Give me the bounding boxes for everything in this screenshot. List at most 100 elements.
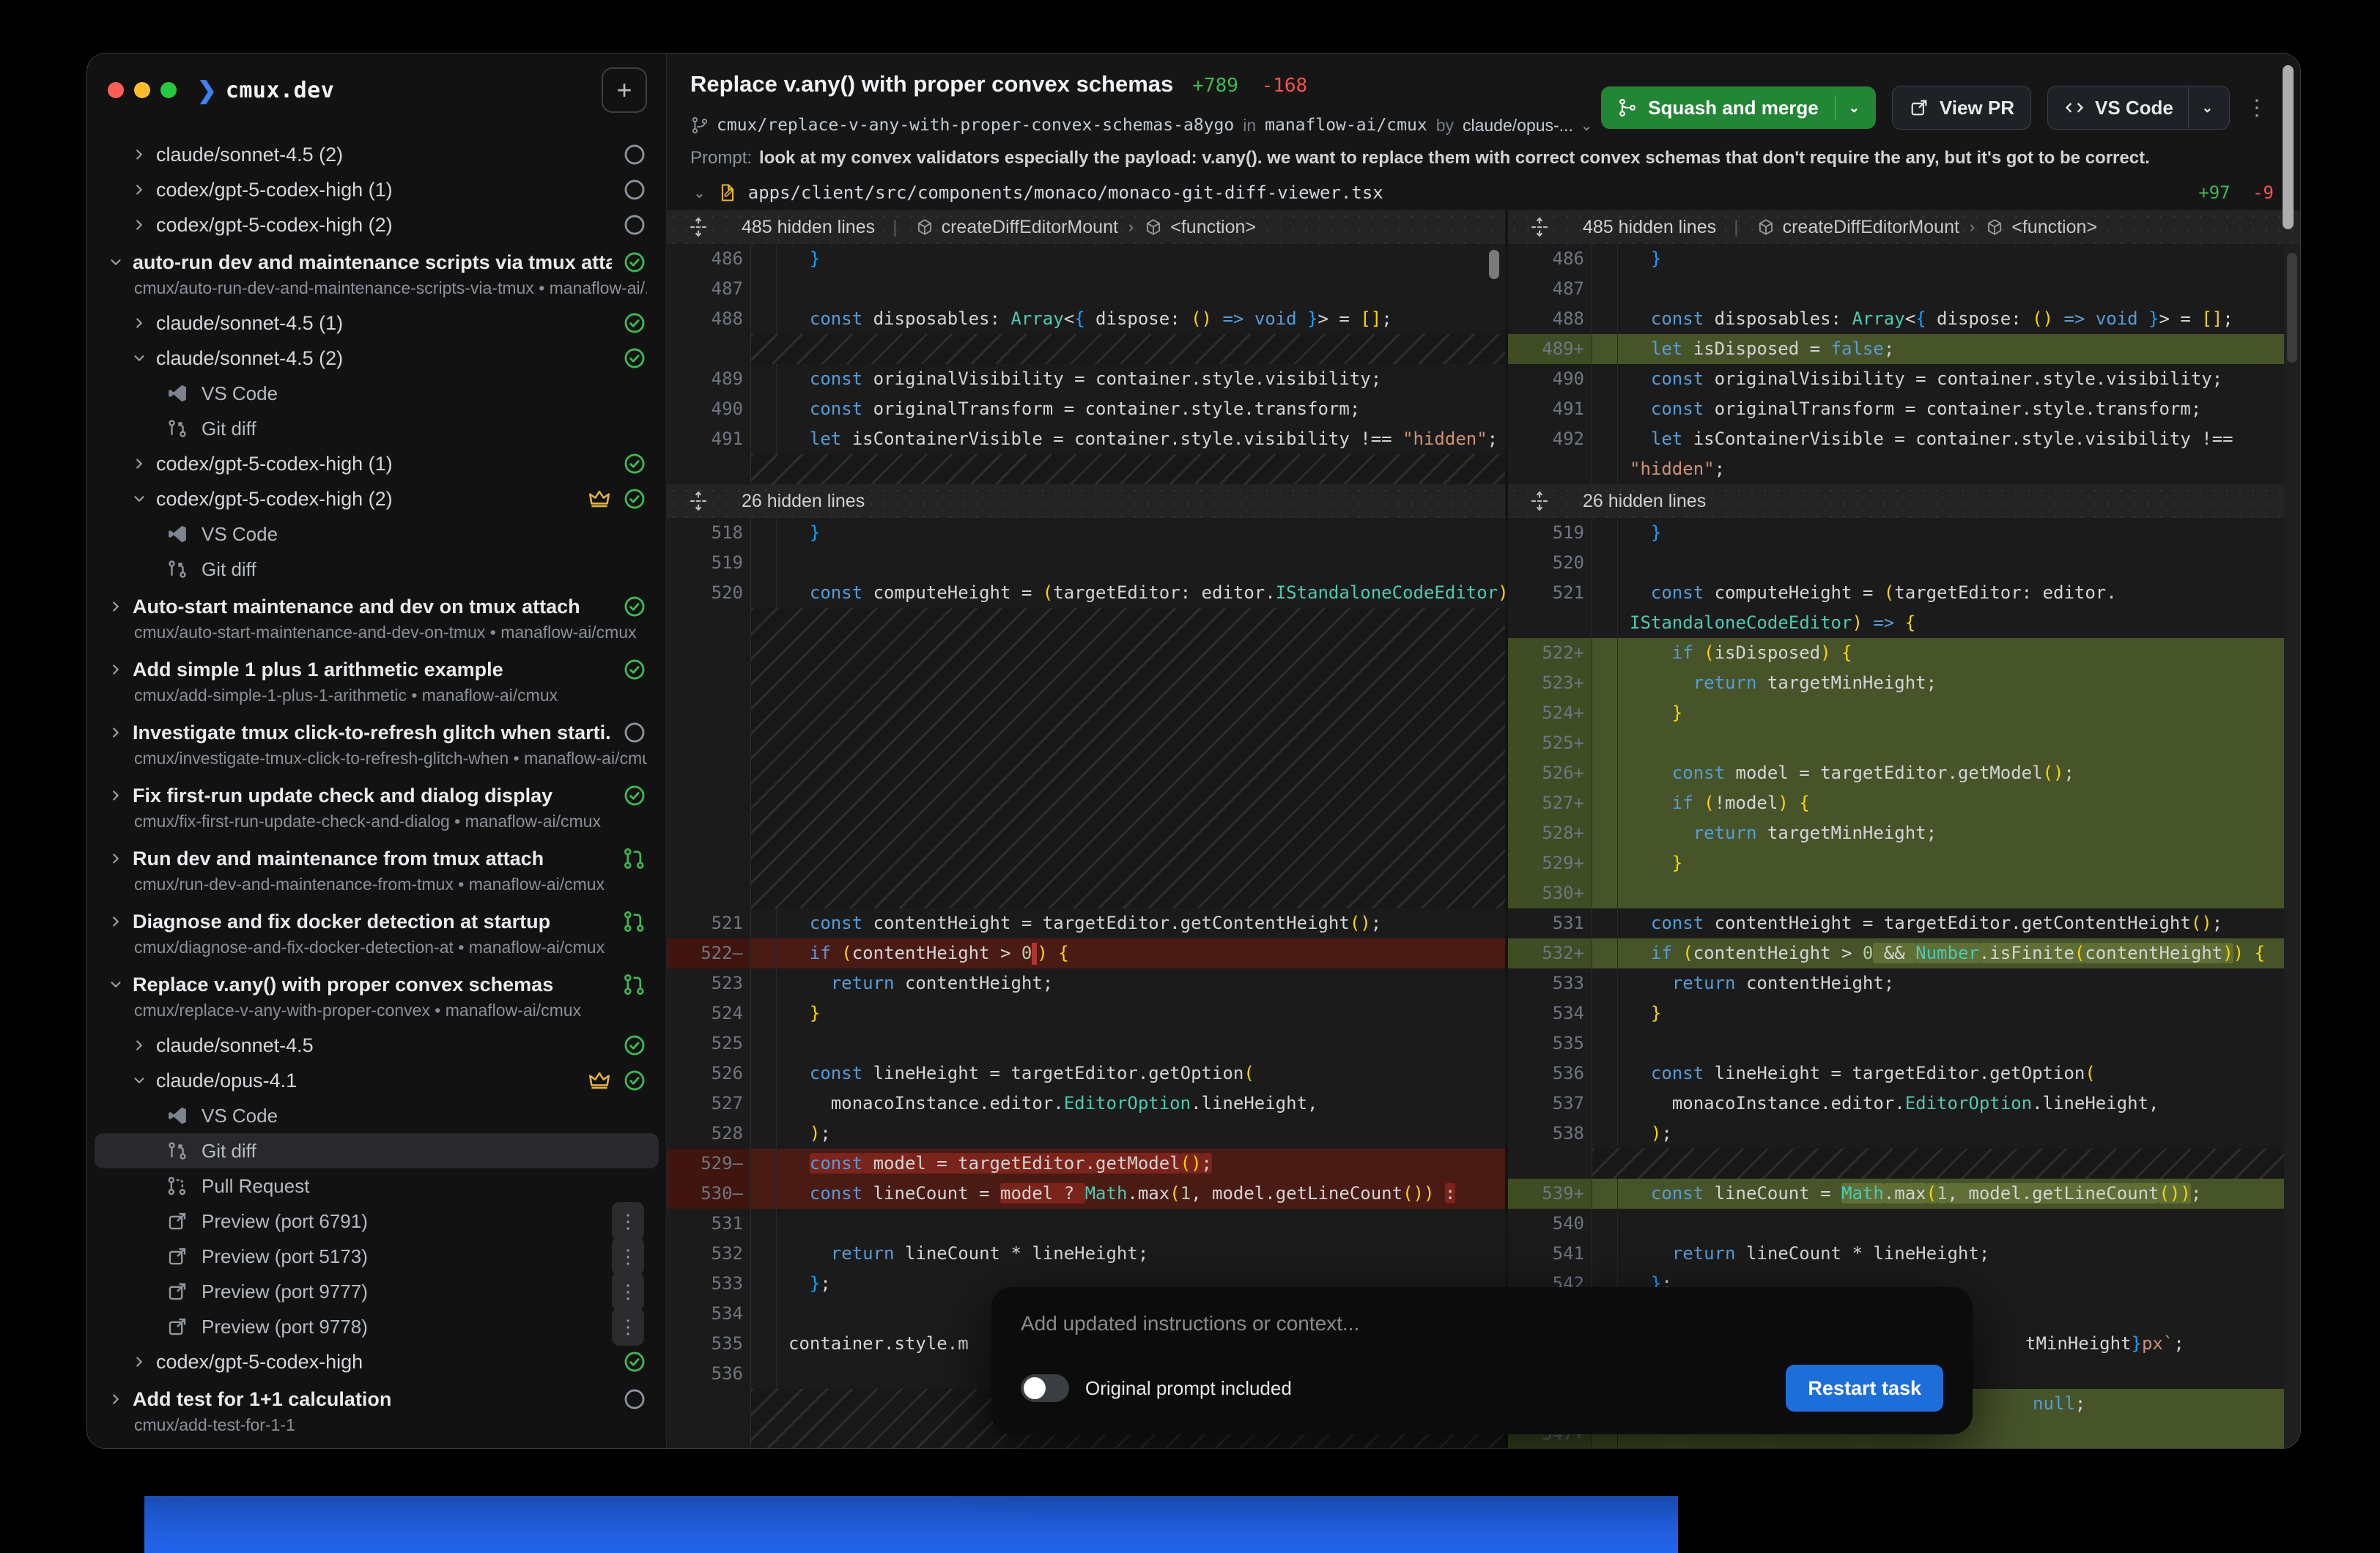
agent-selector[interactable]: claude/opus-... ⌄ bbox=[1463, 116, 1593, 136]
collapse-file-chevron-icon[interactable]: ⌄ bbox=[693, 184, 706, 202]
sidebar-action-preview-port-9777-[interactable]: Preview (port 9777)⋮ bbox=[95, 1274, 659, 1309]
sidebar-action-preview-port-6791-[interactable]: Preview (port 6791)⋮ bbox=[95, 1204, 659, 1239]
sidebar-action-vs-code[interactable]: VS Code bbox=[95, 1098, 659, 1133]
kebab-menu-button[interactable]: ⋮ bbox=[612, 1202, 644, 1240]
sidebar-branch-item[interactable]: codex/gpt-5-codex-high (2) bbox=[87, 207, 666, 242]
merge-options-chevron-icon[interactable]: ⌄ bbox=[1849, 100, 1860, 116]
chevron-right-icon bbox=[131, 182, 156, 198]
line-number: 521 bbox=[667, 908, 751, 938]
diff-row: 536 const lineHeight = targetEditor.getO… bbox=[1508, 1059, 2300, 1089]
sidebar-task-item[interactable]: Investigate tmux click-to-refresh glitch… bbox=[87, 713, 666, 776]
line-number: 527 bbox=[667, 1089, 751, 1119]
task-subtitle: cmux/run-dev-and-maintenance-from-tmux •… bbox=[108, 874, 647, 896]
line-number: 533 bbox=[1508, 968, 1592, 998]
main-scrollbar-thumb[interactable] bbox=[2283, 65, 2294, 229]
instructions-input[interactable]: Add updated instructions or context... bbox=[1021, 1312, 1943, 1335]
line-number: 532 bbox=[667, 1239, 751, 1269]
sidebar-branch-item[interactable]: claude/sonnet-4.5 (2) bbox=[87, 341, 666, 376]
sidebar-task-item[interactable]: Run dev and maintenance scripts on tmux … bbox=[87, 1442, 666, 1448]
view-pr-button[interactable]: View PR bbox=[1892, 86, 2031, 130]
sidebar-action-preview-port-5173-[interactable]: Preview (port 5173)⋮ bbox=[95, 1239, 659, 1274]
sidebar-task-item[interactable]: Fix first-run update check and dialog di… bbox=[87, 776, 666, 839]
chevron-right-icon bbox=[131, 147, 156, 163]
diff-row: 532 return lineCount * lineHeight; bbox=[667, 1239, 1505, 1269]
chevron-down-icon bbox=[131, 491, 156, 507]
kebab-menu-button[interactable]: ⋮ bbox=[612, 1272, 644, 1311]
check-icon bbox=[622, 594, 647, 619]
sidebar-task-item[interactable]: Diagnose and fix docker detection at sta… bbox=[87, 902, 666, 965]
kebab-menu-button[interactable]: ⋮ bbox=[612, 1308, 644, 1346]
original-prompt-toggle[interactable] bbox=[1021, 1374, 1069, 1402]
sidebar-branch-item[interactable]: claude/sonnet-4.5 bbox=[87, 1028, 666, 1063]
line-number: 530— bbox=[667, 1179, 751, 1209]
vscode-button[interactable]: VS Code ⌄ bbox=[2047, 86, 2230, 130]
more-options-button[interactable]: ⋮ bbox=[2246, 95, 2268, 121]
sidebar-action-preview-port-9778-[interactable]: Preview (port 9778)⋮ bbox=[95, 1309, 659, 1344]
additions-count: +789 bbox=[1192, 75, 1238, 97]
kebab-menu-button[interactable]: ⋮ bbox=[612, 1237, 644, 1275]
sidebar-branch-item[interactable]: claude/sonnet-4.5 (2) bbox=[87, 137, 666, 172]
unfold-icon bbox=[687, 490, 709, 512]
repo-name: manaflow-ai/cmux bbox=[1265, 116, 1427, 135]
restart-task-button[interactable]: Restart task bbox=[1786, 1365, 1943, 1412]
task-title: Add test for 1+1 calculation bbox=[133, 1388, 391, 1411]
hidden-lines-bar[interactable]: 26 hidden lines bbox=[667, 484, 1505, 518]
diff-scrollbar-track[interactable] bbox=[2284, 244, 2300, 1448]
app-window: ❯ cmux.dev + claude/sonnet-4.5 (2)codex/… bbox=[86, 53, 2301, 1449]
main-panel: Replace v.any() with proper convex schem… bbox=[667, 53, 2300, 1448]
sidebar-action-vs-code[interactable]: VS Code bbox=[95, 516, 659, 552]
sidebar-branch-item[interactable]: codex/gpt-5-codex-high (2) bbox=[87, 481, 666, 516]
window-zoom-button[interactable] bbox=[160, 82, 177, 98]
sidebar-branch-item[interactable]: claude/sonnet-4.5 (1) bbox=[87, 305, 666, 341]
sidebar-task-item[interactable]: Replace v.any() with proper convex schem… bbox=[87, 965, 666, 1028]
line-number: 492 bbox=[1508, 424, 1592, 454]
file-row[interactable]: ⌄ apps/client/src/components/monaco/mona… bbox=[667, 175, 2300, 210]
cube-icon bbox=[915, 218, 934, 237]
sidebar-action-pull-request[interactable]: Pull Request bbox=[95, 1168, 659, 1204]
sidebar-branch-item[interactable]: codex/gpt-5-codex-high (1) bbox=[87, 172, 666, 207]
sidebar-branch-item[interactable]: codex/gpt-5-codex-high bbox=[87, 1344, 666, 1379]
crown-icon bbox=[587, 1068, 612, 1093]
sidebar-action-git-diff[interactable]: Git diff bbox=[95, 552, 659, 587]
hidden-lines-bar[interactable]: 485 hidden lines|createDiffEditorMount›<… bbox=[667, 210, 1505, 244]
sidebar-task-item[interactable]: auto-run dev and maintenance scripts via… bbox=[87, 242, 666, 305]
modified-file-icon bbox=[717, 182, 738, 203]
line-number: 529— bbox=[667, 1149, 751, 1179]
vscode-options-chevron-icon[interactable]: ⌄ bbox=[2202, 100, 2213, 116]
window-minimize-button[interactable] bbox=[134, 82, 150, 98]
new-task-button[interactable]: + bbox=[602, 67, 647, 113]
action-label: VS Code bbox=[202, 523, 278, 546]
external-icon bbox=[166, 1245, 188, 1267]
hidden-lines-bar[interactable]: 485 hidden lines|createDiffEditorMount›<… bbox=[1508, 210, 2300, 244]
diff-row: 489 const originalVisibility = container… bbox=[667, 364, 1505, 394]
prompt-row: Prompt: look at my convex validators esp… bbox=[690, 141, 2271, 175]
diff-row: 491 let isContainerVisible = container.s… bbox=[667, 424, 1505, 454]
vscode-icon bbox=[166, 523, 188, 545]
diff-row: 528+ return targetMinHeight; bbox=[1508, 818, 2300, 848]
git-merge-icon bbox=[1617, 97, 1638, 118]
chevron-right-icon bbox=[108, 661, 133, 678]
sidebar-branch-item[interactable]: claude/opus-4.1 bbox=[87, 1063, 666, 1098]
sidebar-task-item[interactable]: Auto-start maintenance and dev on tmux a… bbox=[87, 587, 666, 650]
task-title: Diagnose and fix docker detection at sta… bbox=[133, 911, 550, 933]
sidebar-task-item[interactable]: Run dev and maintenance from tmux attach… bbox=[87, 839, 666, 902]
diff-row: 539+ const lineCount = Math.max(1, model… bbox=[1508, 1179, 2300, 1209]
left-pane-scrollbar-thumb[interactable] bbox=[1489, 250, 1499, 279]
chevron-down-icon bbox=[131, 350, 156, 366]
sidebar-task-item[interactable]: Add simple 1 plus 1 arithmetic examplecm… bbox=[87, 650, 666, 713]
squash-and-merge-button[interactable]: Squash and merge ⌄ bbox=[1601, 86, 1876, 129]
diff-row: 520 bbox=[1508, 548, 2300, 578]
diff-scrollbar-thumb[interactable] bbox=[2287, 253, 2297, 363]
sidebar-action-git-diff[interactable]: Git diff bbox=[95, 411, 659, 446]
window-close-button[interactable] bbox=[108, 82, 124, 98]
sidebar-task-item[interactable]: Add test for 1+1 calculationcmux/add-tes… bbox=[87, 1379, 666, 1442]
branch-label: codex/gpt-5-codex-high (1) bbox=[156, 453, 393, 475]
hidden-lines-bar[interactable]: 26 hidden lines bbox=[1508, 484, 2300, 518]
sidebar-action-git-diff[interactable]: Git diff bbox=[95, 1133, 659, 1168]
diff-row: 525+ bbox=[1508, 728, 2300, 758]
diff-row: 524 } bbox=[667, 998, 1505, 1028]
chevron-right-icon bbox=[108, 724, 133, 741]
sidebar-branch-item[interactable]: codex/gpt-5-codex-high (1) bbox=[87, 446, 666, 481]
sidebar-action-vs-code[interactable]: VS Code bbox=[95, 376, 659, 411]
external-icon bbox=[166, 1280, 188, 1302]
